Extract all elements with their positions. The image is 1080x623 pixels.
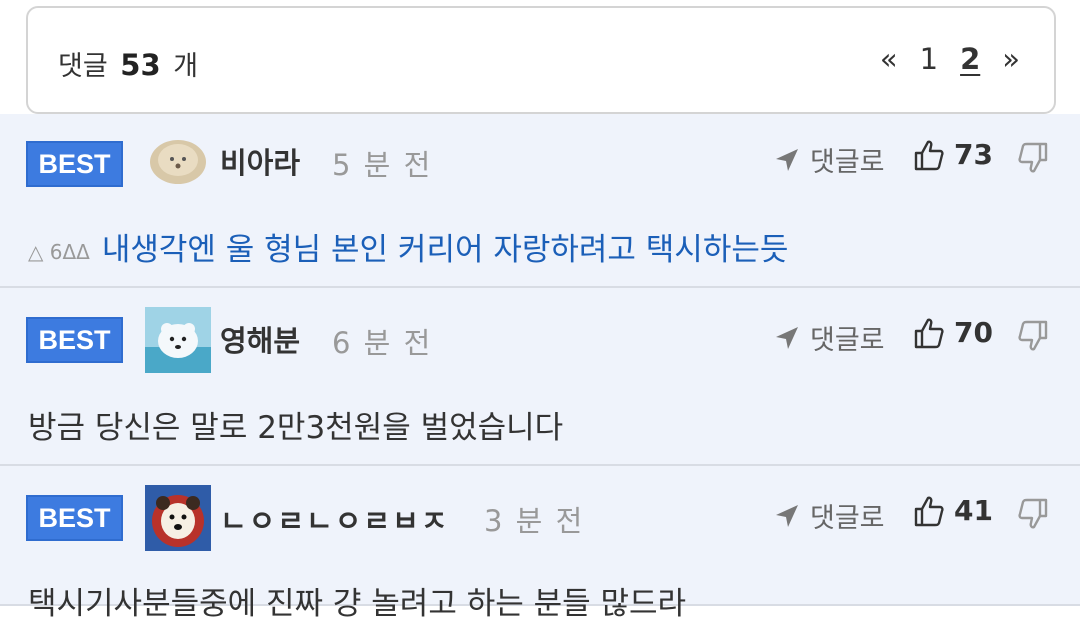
comment-body: 내생각엔 울 형님 본인 커리어 자랑하려고 택시하는듯 <box>101 232 789 268</box>
pagination-page-1[interactable]: 1 <box>920 42 938 76</box>
comment-item: BEST 영해분 6 분 전 댓글로 70 방금 당신은 말로 2만3천원을 벌… <box>0 288 1080 466</box>
reply-label: 댓글로 <box>810 325 885 356</box>
avatar[interactable] <box>145 485 211 551</box>
like-count: 41 <box>954 494 993 527</box>
dislike-button[interactable] <box>1018 498 1048 534</box>
thumbs-down-icon <box>1018 320 1048 351</box>
comment-count: 댓글 53 개 <box>58 44 198 83</box>
comment-count-suffix: 개 <box>173 51 199 82</box>
nickname[interactable]: 비아라 <box>220 140 300 182</box>
comment-item: BEST ㄴㅇㄹㄴㅇㄹㅂㅈ 3 분 전 댓글로 41 택시기사분들중에 진짜 걍… <box>0 466 1080 622</box>
dislike-button[interactable] <box>1018 142 1048 178</box>
like-button[interactable]: 70 <box>914 316 993 349</box>
pagination-page-2[interactable]: 2 <box>960 42 980 76</box>
best-badge: BEST <box>26 317 123 363</box>
comment-header: 댓글 53 개 « 1 2 » <box>26 6 1056 114</box>
dislike-button[interactable] <box>1018 320 1048 356</box>
thumbs-up-icon <box>914 140 944 170</box>
avatar[interactable] <box>145 126 211 192</box>
timestamp: 3 분 전 <box>484 504 585 538</box>
comment-count-prefix: 댓글 <box>58 51 108 82</box>
like-count: 70 <box>954 316 993 349</box>
comment-text[interactable]: △ 6ΔΔ 내생각엔 울 형님 본인 커리어 자랑하려고 택시하는듯 <box>28 224 788 269</box>
like-button[interactable]: 73 <box>914 138 993 171</box>
reply-label: 댓글로 <box>810 503 885 534</box>
thumbs-down-icon <box>1018 498 1048 529</box>
send-arrow-icon <box>776 148 798 171</box>
comment-count-number: 53 <box>120 48 161 82</box>
thumbs-down-icon <box>1018 142 1048 173</box>
send-arrow-icon <box>776 504 798 527</box>
timestamp: 5 분 전 <box>332 148 433 182</box>
comment-text[interactable]: 방금 당신은 말로 2만3천원을 벌었습니다 <box>28 402 563 447</box>
like-count: 73 <box>954 138 993 171</box>
reply-button[interactable]: 댓글로 <box>774 318 885 357</box>
timestamp: 6 분 전 <box>332 326 433 360</box>
thumbs-up-icon <box>914 318 944 348</box>
thumbs-up-icon <box>914 496 944 526</box>
pagination-next[interactable]: » <box>1002 42 1020 76</box>
nickname[interactable]: ㄴㅇㄹㄴㅇㄹㅂㅈ <box>220 498 449 540</box>
reply-label: 댓글로 <box>810 147 885 178</box>
avatar[interactable] <box>145 307 211 373</box>
best-badge: BEST <box>26 495 123 541</box>
send-arrow-icon <box>776 326 798 349</box>
best-badge: BEST <box>26 141 123 187</box>
comment-item: BEST 비아라 5 분 전 댓글로 73 △ 6ΔΔ 내생각엔 울 형님 본인 … <box>0 114 1080 288</box>
nickname[interactable]: 영해분 <box>220 318 300 360</box>
comment-tags: △ 6ΔΔ <box>28 239 90 264</box>
comment-text[interactable]: 택시기사분들중에 진짜 걍 놀려고 하는 분들 많드라 <box>28 578 686 623</box>
reply-button[interactable]: 댓글로 <box>774 140 885 179</box>
pagination-prev[interactable]: « <box>880 42 898 76</box>
like-button[interactable]: 41 <box>914 494 993 527</box>
reply-button[interactable]: 댓글로 <box>774 496 885 535</box>
pagination: « 1 2 » <box>858 42 1020 76</box>
